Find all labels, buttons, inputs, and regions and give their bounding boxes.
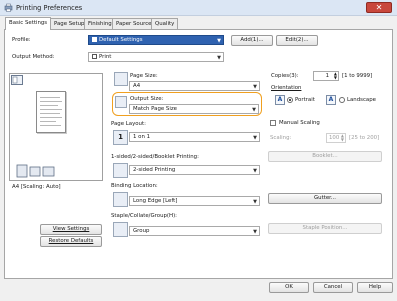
manual-scaling-checkbox[interactable]: [270, 120, 276, 126]
ok-button[interactable]: OK: [269, 282, 309, 293]
output-method-value: Print: [99, 54, 112, 60]
group-icon: [113, 222, 128, 237]
printing-mode-value: 2-sided Printing: [133, 167, 176, 173]
two-sided-icon: [113, 163, 128, 178]
printer-preview-icon: [16, 164, 55, 178]
staple-position-button[interactable]: Staple Position...: [268, 223, 382, 234]
profile-value: Default Settings: [99, 37, 143, 43]
chevron-down-icon: ▼: [253, 135, 257, 141]
output-method-label: Output Method:: [12, 54, 55, 60]
printing-mode-label: 1-sided/2-sided/Booklet Printing:: [111, 154, 199, 160]
binding-location-select[interactable]: Long Edge [Left] ▼: [129, 196, 260, 206]
tab-quality[interactable]: Quality: [151, 18, 179, 29]
tab-label: Paper Source: [116, 21, 152, 27]
chevron-down-icon: ▼: [217, 38, 221, 44]
page-layout-label: Page Layout:: [111, 121, 146, 127]
copies-range: [1 to 9999]: [342, 73, 373, 79]
scaling-value: 100: [329, 135, 340, 141]
tab-label: Page Setup: [54, 21, 85, 27]
preview-page: [36, 91, 66, 133]
page-layout-select[interactable]: 1 on 1 ▼: [129, 132, 260, 142]
page-size-icon: [114, 72, 128, 86]
tab-paper-source[interactable]: Paper Source: [112, 18, 156, 29]
profile-label: Profile:: [12, 37, 31, 43]
chevron-down-icon: ▼: [253, 84, 257, 90]
profile-icon: [92, 37, 97, 42]
window-title: Printing Preferences: [16, 4, 83, 12]
orientation-label: Orientation: [271, 85, 302, 91]
scaling-range: [25 to 200]: [349, 135, 380, 141]
output-size-value: Match Page Size: [133, 106, 177, 112]
tab-basic-settings[interactable]: Basic Settings: [5, 17, 52, 30]
add-profile-button[interactable]: Add(1)...: [231, 35, 273, 46]
landscape-radio[interactable]: [339, 97, 345, 103]
portrait-radio[interactable]: [287, 97, 293, 103]
scaling-label: Scaling:: [270, 135, 292, 141]
page-size-select[interactable]: A4 ▼: [129, 81, 260, 91]
close-icon: ✕: [375, 3, 383, 12]
spin-arrows-icon[interactable]: ▲ ▼: [334, 72, 337, 80]
landscape-label: Landscape: [347, 97, 376, 103]
restore-defaults-button[interactable]: Restore Defaults: [40, 236, 102, 247]
output-size-select[interactable]: Match Page Size ▼: [129, 104, 259, 114]
tab-finishing[interactable]: Finishing: [84, 18, 116, 29]
manual-scaling-label: Manual Scaling: [279, 120, 320, 126]
tab-label: Basic Settings: [9, 20, 48, 26]
portrait-label: Portrait: [295, 97, 315, 103]
printing-mode-select[interactable]: 2-sided Printing ▼: [129, 165, 260, 175]
preview-toggle-icon[interactable]: [11, 75, 23, 85]
binding-icon: [113, 192, 128, 207]
close-button[interactable]: ✕: [366, 2, 392, 13]
page-layout-value: 1 on 1: [133, 134, 151, 140]
copies-value: 1: [325, 73, 329, 79]
profile-select[interactable]: Default Settings ▼: [88, 35, 224, 45]
printer-icon: [4, 3, 13, 12]
title-bar: Printing Preferences ✕: [0, 0, 397, 16]
tab-label: Finishing: [88, 21, 112, 27]
chevron-down-icon: ▼: [253, 199, 257, 205]
output-size-label: Output Size:: [130, 96, 164, 102]
view-settings-label: View Settings: [52, 226, 90, 232]
copies-label: Copies(3):: [271, 73, 299, 79]
output-size-icon: [115, 96, 127, 108]
gutter-button[interactable]: Gutter...: [268, 193, 382, 204]
help-button[interactable]: Help: [357, 282, 393, 293]
landscape-icon: A: [326, 95, 336, 105]
restore-defaults-label: Restore Defaults: [48, 238, 94, 244]
binding-location-value: Long Edge [Left]: [133, 198, 178, 204]
chevron-down-icon: ▼: [253, 229, 257, 235]
staple-collate-select[interactable]: Group ▼: [129, 226, 260, 236]
preview-caption: A4 [Scaling: Auto]: [12, 184, 61, 190]
copies-stepper[interactable]: 1 ▲ ▼: [313, 71, 339, 81]
view-settings-button[interactable]: View Settings: [40, 224, 102, 235]
chevron-down-icon: ▼: [217, 55, 221, 61]
edit-profile-button[interactable]: Edit(2)...: [276, 35, 318, 46]
page-layout-icon: 1: [113, 130, 128, 145]
output-method-select[interactable]: Print ▼: [88, 52, 224, 62]
page-size-label: Page Size:: [130, 73, 158, 79]
tab-page-setup[interactable]: Page Setup: [50, 18, 89, 29]
page-size-value: A4: [133, 83, 141, 89]
binding-location-label: Binding Location:: [111, 183, 158, 189]
portrait-icon: A: [275, 95, 285, 105]
chevron-down-icon: ▼: [253, 168, 257, 174]
scaling-stepper[interactable]: 100 ▲ ▼: [326, 133, 346, 143]
staple-collate-label: Staple/Collate/Group(H):: [111, 213, 177, 219]
spin-arrows-icon[interactable]: ▲ ▼: [341, 134, 344, 142]
staple-collate-value: Group: [133, 228, 150, 234]
chevron-down-icon: ▼: [252, 107, 256, 113]
print-icon: [92, 54, 97, 59]
tab-label: Quality: [155, 21, 175, 27]
booklet-button[interactable]: Booklet...: [268, 151, 382, 162]
cancel-button[interactable]: Cancel: [313, 282, 353, 293]
